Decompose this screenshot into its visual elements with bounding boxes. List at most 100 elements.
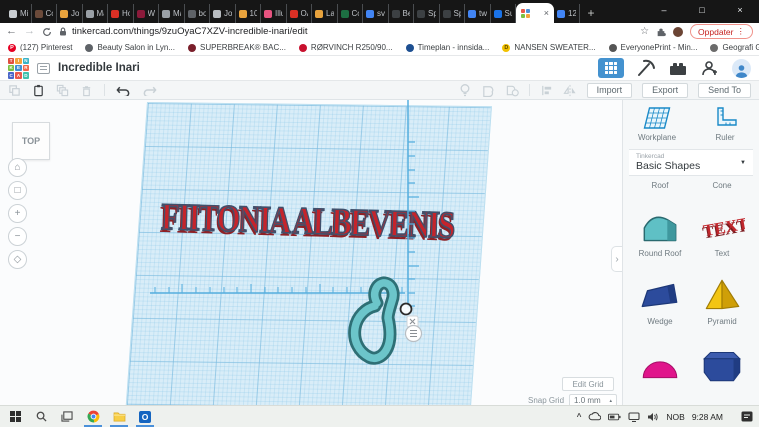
browser-tab[interactable]: 10	[236, 4, 262, 23]
paste-icon[interactable]	[32, 84, 45, 97]
taskbar-file-explorer-button[interactable]	[106, 406, 132, 427]
browser-tab[interactable]: Wo	[134, 4, 160, 23]
edit-grid-button[interactable]: Edit Grid	[562, 377, 614, 391]
browser-tab[interactable]: Spa	[440, 4, 466, 23]
browser-menu-icon[interactable]: ⋮	[737, 26, 746, 37]
speaker-icon[interactable]	[647, 412, 659, 422]
perspective-toggle-button[interactable]: ◇	[8, 250, 27, 269]
browser-tab[interactable]: tw	[465, 4, 491, 23]
bookmark-item[interactable]: DNANSEN SWEATER...	[502, 43, 595, 52]
browser-tab[interactable]: Sur	[491, 4, 517, 23]
taskbar-chrome-button[interactable]	[80, 406, 106, 427]
action-center-icon[interactable]	[741, 411, 753, 422]
browser-tab-active-tinkercad[interactable]: ×	[516, 3, 554, 23]
browser-tab[interactable]: OA	[287, 4, 313, 23]
ungroup-icon[interactable]	[505, 84, 519, 97]
group-icon[interactable]	[481, 84, 495, 97]
browser-tab[interactable]: Mal	[83, 4, 109, 23]
browser-tab[interactable]: Joi	[210, 4, 236, 23]
delete-icon[interactable]	[80, 84, 93, 97]
fit-view-button[interactable]: □	[8, 181, 27, 200]
design-canvas[interactable]: FIITONIA ALBEVENIS	[0, 100, 622, 405]
shape-item-text[interactable]: TEXTTEXT Text	[691, 208, 753, 258]
back-icon[interactable]: ←	[6, 26, 17, 37]
ruler-tool[interactable]: Ruler	[691, 106, 759, 142]
design-title[interactable]: Incredible Inari	[58, 62, 140, 74]
tray-expand-icon[interactable]: ^	[577, 412, 582, 421]
extensions-icon[interactable]	[656, 27, 666, 37]
blocks-view-button[interactable]	[598, 58, 624, 78]
shape-item-roof[interactable]: Roof	[629, 180, 691, 190]
browser-tab[interactable]: Las	[312, 4, 338, 23]
bookmark-item[interactable]: SUPERBREAK® BAC...	[188, 43, 286, 52]
workplane-tool[interactable]: Workplane	[623, 106, 691, 142]
export-button[interactable]: Export	[642, 83, 688, 98]
task-view-button[interactable]	[54, 406, 80, 427]
tab-close-icon[interactable]: ×	[544, 9, 549, 18]
mirror-icon[interactable]	[563, 84, 577, 97]
panel-collapse-button[interactable]: ›	[611, 246, 622, 272]
taskbar-search-button[interactable]	[28, 406, 54, 427]
bookmark-item[interactable]: Geografi Geografi	[710, 43, 759, 52]
view-cube[interactable]: TOP	[12, 122, 50, 160]
copy-icon[interactable]	[8, 84, 21, 97]
browser-update-button[interactable]: Oppdater ⋮	[690, 24, 753, 39]
shape-item-wedge[interactable]: Wedge	[629, 276, 691, 326]
browser-tab[interactable]: Ma	[159, 4, 185, 23]
import-button[interactable]: Import	[587, 83, 633, 98]
network-icon[interactable]	[628, 412, 640, 422]
shape-library-dropdown[interactable]: Tinkercad Basic Shapes ▼	[629, 149, 753, 176]
shape-item-cone[interactable]: Cone	[691, 180, 753, 190]
shape-item-pyramid[interactable]: Pyramid	[691, 276, 753, 326]
browser-tab[interactable]: Spa	[414, 4, 440, 23]
minecraft-pickaxe-icon[interactable]	[636, 59, 656, 77]
browser-tab[interactable]: Bet	[389, 4, 415, 23]
start-button[interactable]	[2, 406, 28, 427]
redo-icon[interactable]	[142, 84, 157, 96]
ruler-horizontal-line[interactable]	[150, 284, 405, 293]
taskbar-outlook-button[interactable]: O	[132, 406, 158, 427]
undo-icon[interactable]	[116, 84, 131, 96]
url-field[interactable]: tinkercad.com/things/9zuOyaC7XZV-incredi…	[59, 26, 633, 37]
new-tab-button[interactable]: +	[580, 6, 603, 23]
ruler-menu-handle[interactable]	[406, 326, 422, 342]
onedrive-cloud-icon[interactable]	[588, 412, 601, 421]
ruler-vertical-line[interactable]	[408, 100, 419, 308]
bricks-icon[interactable]	[668, 59, 688, 77]
user-avatar[interactable]	[732, 59, 751, 78]
battery-icon[interactable]	[608, 413, 621, 421]
reload-icon[interactable]	[42, 27, 52, 37]
home-view-button[interactable]: ⌂	[8, 158, 27, 177]
minimize-button[interactable]: –	[645, 0, 683, 20]
browser-tab[interactable]: svg	[363, 4, 389, 23]
browser-tab[interactable]: Ho	[108, 4, 134, 23]
browser-tab[interactable]: Mi	[6, 4, 32, 23]
browser-tab[interactable]: Cou	[32, 4, 58, 23]
design-properties-icon[interactable]	[37, 63, 50, 74]
hook-shape[interactable]	[355, 283, 394, 358]
tinkercad-logo[interactable]: TINKERCAD	[8, 58, 29, 79]
bookmark-item[interactable]: EveryonePrint - Min...	[609, 43, 698, 52]
zoom-out-button[interactable]: −	[8, 227, 27, 246]
share-user-icon[interactable]	[700, 59, 720, 77]
browser-tab[interactable]: Cor	[338, 4, 364, 23]
bookmark-item[interactable]: Beauty Salon in Lyn...	[85, 43, 175, 52]
zoom-in-button[interactable]: +	[8, 204, 27, 223]
browser-tab[interactable]: box	[185, 4, 211, 23]
browser-profile-avatar[interactable]	[673, 27, 683, 37]
bookmark-item[interactable]: Timeplan - innsida...	[406, 43, 490, 52]
language-indicator[interactable]: NOB	[666, 412, 684, 422]
maximize-button[interactable]: □	[683, 0, 721, 20]
browser-tab[interactable]: 12	[554, 4, 580, 23]
shape-item-half-sphere[interactable]	[629, 344, 691, 384]
shape-item-round-roof[interactable]: Round Roof	[629, 208, 691, 258]
bookmark-item[interactable]: RØRVINCH R250/90...	[299, 43, 393, 52]
bookmark-item[interactable]: P(127) Pinterest	[8, 43, 72, 52]
bookmark-star-icon[interactable]: ☆	[640, 26, 649, 37]
ruler-origin-handle[interactable]	[401, 304, 412, 315]
browser-tab[interactable]: Illu	[261, 4, 287, 23]
shape-item-polygon[interactable]	[691, 344, 753, 384]
forward-icon[interactable]: →	[24, 26, 35, 37]
snap-grid-select[interactable]: 1.0 mm ▴	[569, 394, 617, 405]
clock[interactable]: 9:28 AM	[692, 412, 723, 422]
